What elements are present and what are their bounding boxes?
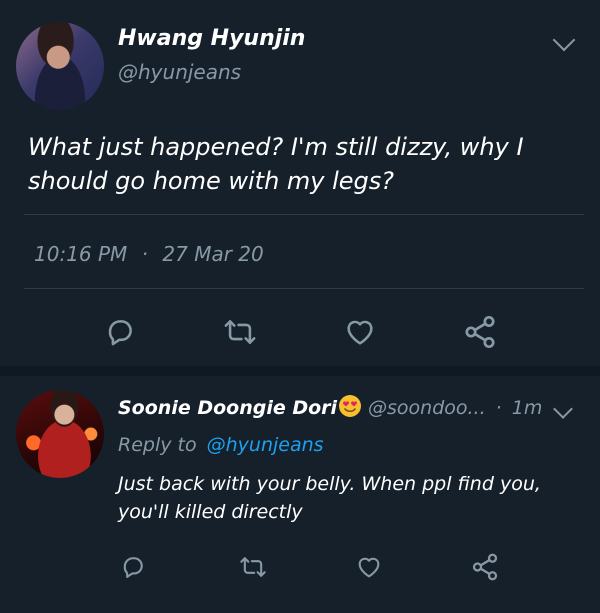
reply-author-avatar[interactable] xyxy=(16,390,104,478)
reply-to-mention[interactable]: @hyunjeans xyxy=(207,434,324,456)
chevron-down-icon xyxy=(553,399,573,419)
tweet-time: 10:16 PM xyxy=(34,242,128,266)
reply-author-name[interactable]: Soonie Doongie Dori xyxy=(118,397,337,419)
retweet-icon xyxy=(240,557,266,577)
reply-text: Just back with your belly. When ppl find… xyxy=(118,473,541,523)
author-avatar[interactable] xyxy=(16,22,104,110)
reply-like-button[interactable] xyxy=(352,550,386,584)
retweet-button[interactable] xyxy=(218,310,262,354)
author-name[interactable]: Hwang Hyunjin xyxy=(118,26,305,51)
reply-author-handle-time[interactable]: @soondoo... · 1m xyxy=(368,397,542,419)
meta-separator: · xyxy=(141,242,149,266)
reply-more-options-button[interactable] xyxy=(553,399,573,419)
divider xyxy=(24,288,584,289)
reply-author-handle: @soondoo... xyxy=(368,397,486,419)
author-handle[interactable]: @hyunjeans xyxy=(118,60,241,84)
reply-icon xyxy=(108,320,132,346)
reply-time: 1m xyxy=(511,397,543,419)
section-separator xyxy=(0,366,600,376)
retweet-icon xyxy=(224,320,256,344)
heart-icon xyxy=(358,557,380,578)
more-options-button[interactable] xyxy=(552,28,576,52)
heart-eyes-emoji-icon xyxy=(339,395,361,417)
reply-share-button[interactable] xyxy=(468,550,502,584)
like-button[interactable] xyxy=(338,310,382,354)
reply-time-separator: · xyxy=(495,397,502,419)
reply-reply-button[interactable] xyxy=(116,550,150,584)
reply-to-line: Reply to @hyunjeans xyxy=(118,434,324,456)
tweet-timestamp[interactable]: 10:16 PM · 27 Mar 20 xyxy=(34,242,264,266)
reply-icon xyxy=(123,557,143,578)
share-icon xyxy=(472,553,498,581)
reply-button[interactable] xyxy=(98,310,142,354)
tweet-text: What just happened? I'm still dizzy, why… xyxy=(28,133,524,195)
chevron-down-icon xyxy=(552,28,576,52)
reply-retweet-button[interactable] xyxy=(236,550,270,584)
tweet-date: 27 Mar 20 xyxy=(162,242,264,266)
divider xyxy=(24,214,584,215)
share-button[interactable] xyxy=(458,310,502,354)
reply-to-label: Reply to xyxy=(118,434,197,456)
share-icon xyxy=(465,315,495,349)
heart-icon xyxy=(347,320,373,345)
